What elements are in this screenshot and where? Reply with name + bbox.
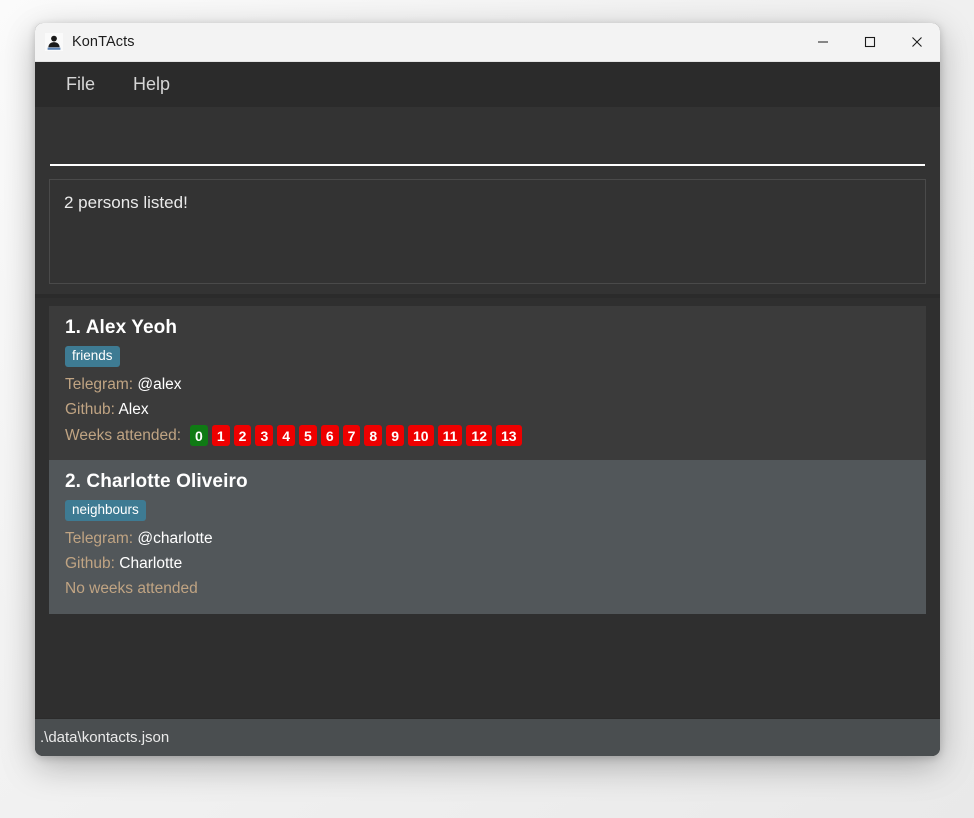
person-card[interactable]: 1. Alex Yeoh friends Telegram: @alex Github… [49,306,926,461]
telegram-label: Telegram: [65,375,134,393]
person-github: Github: Alex [65,397,910,422]
person-telegram: Telegram: @alex [65,372,910,397]
menu-bar: File Help [35,62,940,107]
week-badge: 12 [466,425,492,447]
telegram-value: @charlotte [137,530,213,548]
person-name: 2. Charlotte Oliveiro [65,471,248,493]
title-bar: KonTActs [35,23,940,62]
week-badge: 10 [408,425,434,447]
result-display-panel: 2 persons listed! [35,173,940,294]
maximize-button[interactable] [846,23,893,61]
week-badge: 8 [364,425,383,447]
window-controls [799,23,940,61]
status-bar: .\data\kontacts.json [35,718,940,756]
person-tags: neighbours [65,500,910,522]
week-badge: 11 [437,425,463,447]
week-badge-group: 0 1 2 3 4 5 6 7 8 9 10 11 12 13 [190,425,522,447]
person-list-panel[interactable]: 1. Alex Yeoh friends Telegram: @alex Github… [35,298,940,718]
week-badge: 1 [211,425,230,447]
person-list: 1. Alex Yeoh friends Telegram: @alex Github… [49,306,926,614]
minimize-button[interactable] [799,23,846,61]
close-button[interactable] [893,23,940,61]
telegram-label: Telegram: [65,530,134,548]
week-badge: 6 [320,425,339,447]
person-github: Github: Charlotte [65,551,910,576]
github-value: Alex [118,401,149,419]
weeks-attended-row: Weeks attended: 0 1 2 3 4 5 6 7 8 9 10 11 12 13 [65,423,910,448]
week-badge: 3 [255,425,274,447]
result-display-box: 2 persons listed! [49,179,926,284]
telegram-value: @alex [137,375,182,393]
weeks-attended-label: Weeks attended: [65,427,182,445]
app-title: KonTActs [72,34,135,50]
person-telegram: Telegram: @charlotte [65,526,910,551]
app-window: KonTActs File Help 2 persons listed! 1. … [35,23,940,756]
github-label: Github: [65,555,115,573]
no-weeks-attended-text: No weeks attended [65,580,198,598]
week-badge: 2 [233,425,252,447]
github-label: Github: [65,401,115,419]
command-box-panel [35,107,940,173]
close-icon [911,37,922,47]
person-tag: neighbours [65,500,146,522]
person-card[interactable]: 2. Charlotte Oliveiro neighbours Telegram:… [49,460,926,614]
command-input[interactable] [50,119,925,166]
week-badge: 5 [299,425,317,447]
contact-person-icon [45,33,63,51]
status-bar-save-location: .\data\kontacts.json [40,729,170,746]
week-badge: 7 [342,425,361,447]
result-message: 2 persons listed! [64,193,188,212]
maximize-icon [864,36,875,48]
title-bar-left: KonTActs [35,33,799,51]
menu-item-help[interactable]: Help [120,70,183,99]
menu-item-file[interactable]: File [53,70,108,99]
week-badge: 4 [277,425,296,447]
person-tags: friends [65,345,910,367]
week-badge: 13 [495,425,522,447]
person-name: 1. Alex Yeoh [65,317,178,338]
github-value: Charlotte [119,555,183,573]
week-badge: 9 [386,425,405,447]
week-badge: 0 [190,425,208,447]
person-tag: friends [65,345,120,367]
minimize-icon [817,41,828,43]
